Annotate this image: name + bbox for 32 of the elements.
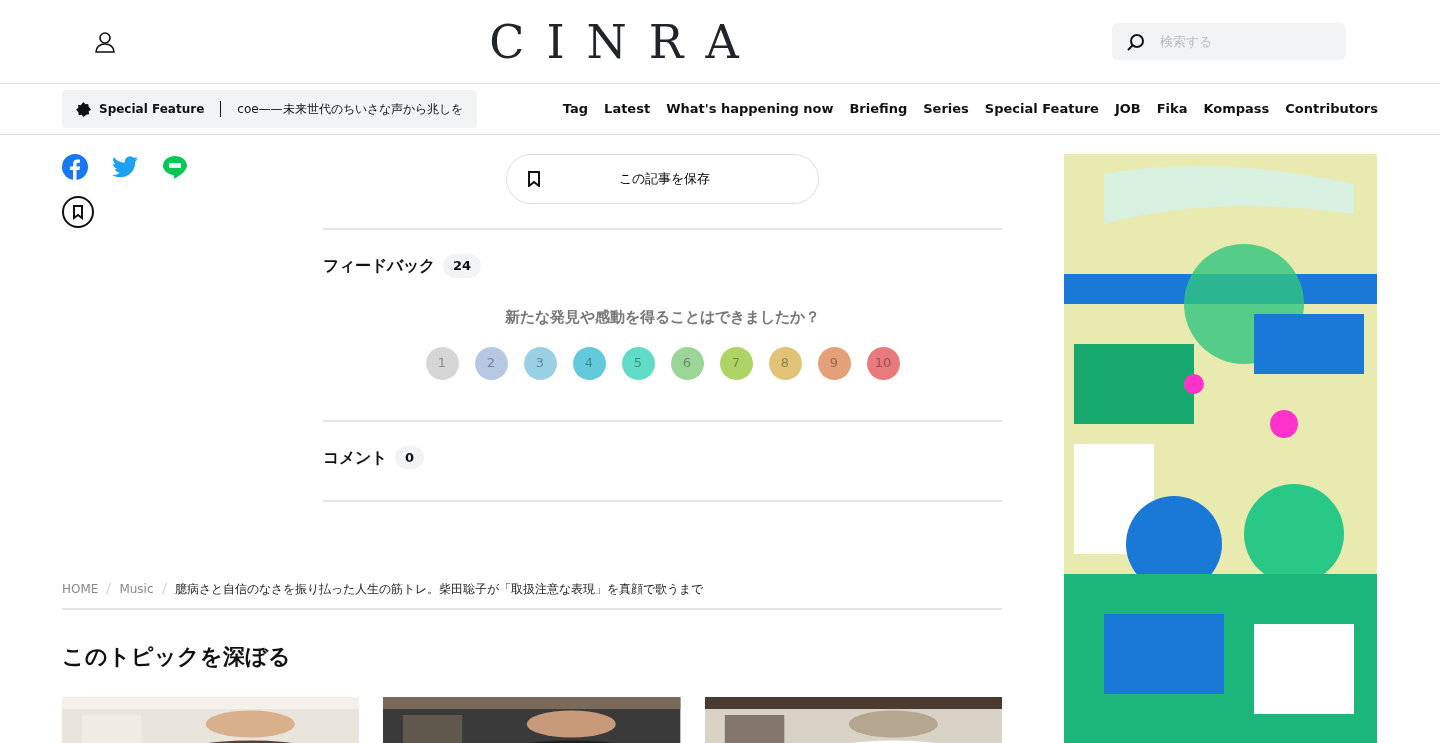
feedback-question: 新たな発見や感動を得ることはできましたか？ bbox=[504, 307, 821, 328]
comment-count: 0 bbox=[395, 445, 425, 470]
feedback-count: 24 bbox=[443, 254, 482, 278]
facebook-icon[interactable] bbox=[62, 154, 88, 180]
ticker-label: Special Feature bbox=[99, 101, 205, 118]
breadcrumb-link[interactable]: HOME bbox=[62, 579, 99, 598]
logo[interactable]: CINRA bbox=[489, 18, 761, 65]
ticker-text: coe——未来世代のちいさな声から兆しを bbox=[237, 101, 463, 118]
ticker-bar[interactable]: Special Feature coe——未来世代のちいさな声から兆しを bbox=[62, 90, 477, 128]
nav-link[interactable]: JOB bbox=[1114, 99, 1141, 119]
nav-link[interactable]: Tag bbox=[562, 99, 589, 119]
search-icon bbox=[1127, 33, 1145, 51]
save-button[interactable]: この記事を保存 bbox=[506, 154, 819, 204]
line-icon[interactable] bbox=[162, 154, 188, 180]
nav-link[interactable]: Special Feature bbox=[984, 99, 1099, 119]
section-heading: このトピックを深ぼる bbox=[62, 642, 292, 671]
nav-link[interactable]: Series bbox=[923, 99, 969, 119]
badge-icon bbox=[76, 101, 91, 117]
bookmark-icon[interactable] bbox=[62, 196, 94, 228]
breadcrumb-current: 臆病さと自信のなさを振り払った人生の筋トレ。柴田聡子が「取扱注意な表現」を真顔で歌うまで bbox=[174, 580, 703, 598]
nav-link[interactable]: What's happening now bbox=[666, 99, 834, 119]
nav-link[interactable]: Fika bbox=[1156, 99, 1188, 119]
breadcrumb-link[interactable]: Music bbox=[119, 579, 154, 598]
user-icon[interactable] bbox=[94, 30, 116, 53]
nav-link[interactable]: Latest bbox=[604, 99, 651, 119]
nav-link[interactable]: Contributors bbox=[1285, 99, 1378, 119]
twitter-icon[interactable] bbox=[112, 156, 138, 178]
section-title: コメント bbox=[323, 446, 387, 469]
section-title: フィードバック bbox=[323, 255, 435, 277]
bookmark-icon bbox=[527, 171, 541, 187]
nav-link[interactable]: Briefing bbox=[849, 99, 908, 119]
nav-link[interactable]: Kompass bbox=[1203, 99, 1270, 119]
